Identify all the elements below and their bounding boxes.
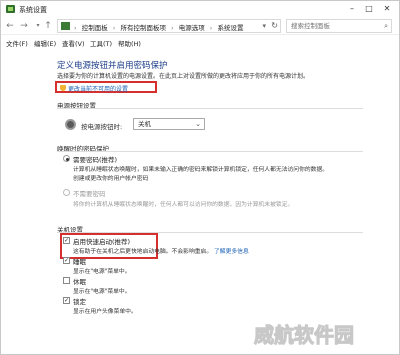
sleep-label: 睡眠 (73, 258, 86, 266)
no-password-radio[interactable] (63, 189, 70, 196)
learn-more-link[interactable]: 了解更多信息 (214, 249, 249, 255)
hibernate-description: 显示在"电源"菜单中。 (73, 289, 131, 295)
watermark: 威航软件园 (254, 323, 355, 348)
fast-startup-label: 启用快速启动(推荐) (73, 238, 131, 246)
require-password-label: 需要密码(推荐) (73, 156, 118, 164)
breadcrumb-system-settings[interactable]: 系统设置 (217, 24, 243, 32)
control-panel-small-icon (61, 22, 70, 30)
refresh-icon[interactable]: ↻ (271, 21, 278, 30)
back-arrow-icon[interactable]: ← (4, 20, 16, 32)
sleep-description: 显示在"电源"菜单中。 (73, 269, 131, 275)
fast-startup-checkbox[interactable]: ✓ (63, 237, 70, 244)
fast-startup-description: 这有助于在关机之后更快地启动电脑。不会影响重启。 了解更多信息 (73, 246, 249, 255)
no-password-description: 将你的计算机从睡眠状态唤醒时，任何人都可以访问你的数据，因为计算机未被锁定。 (73, 202, 294, 208)
divider (57, 151, 363, 152)
menu-help[interactable]: 帮助(H) (118, 38, 141, 48)
address-row: ← → ▾ ↑ › 控制面板 › 所有控制面板项 › 电源选项 › 系统设置 ▾… (1, 17, 399, 35)
page-description: 选择要为你的计算机设置的电源设置。在此页上对设置所做的更改将应用于你的所有电源计… (57, 73, 310, 80)
breadcrumb-control-panel[interactable]: 控制面板 (82, 24, 108, 32)
minimize-button[interactable]: – (346, 3, 358, 15)
system-settings-window: 系统设置 – □ ✕ ← → ▾ ↑ › 控制面板 › 所有控制面板项 › 电源… (0, 0, 400, 355)
search-input[interactable] (287, 20, 377, 32)
search-box[interactable]: ⌕ (286, 19, 392, 33)
fast-startup-desc-text: 这有助于在关机之后更快地启动电脑。不会影响重启。 (73, 249, 213, 255)
lock-description: 显示在用户头像菜单中。 (73, 309, 137, 315)
breadcrumb-all-items[interactable]: 所有控制面板项 (120, 24, 166, 32)
close-button[interactable]: ✕ (381, 3, 393, 15)
power-button-label: 按电源按钮时: (81, 123, 123, 131)
menu-bar: 文件(F) 编辑(E) 查看(V) 工具(T) 帮助(H) (1, 36, 399, 49)
breadcrumb: › 控制面板 › 所有控制面板项 › 电源选项 › 系统设置 (74, 22, 246, 32)
title-bar: 系统设置 – □ ✕ (1, 1, 399, 17)
require-password-radio[interactable] (63, 155, 70, 162)
up-arrow-icon[interactable]: ↑ (42, 20, 54, 32)
change-unavailable-settings-label[interactable]: 更改当前不可用的设置 (68, 84, 128, 93)
chevron-down-icon: ⌄ (195, 120, 201, 128)
address-bar[interactable]: › 控制面板 › 所有控制面板项 › 电源选项 › 系统设置 ▾ ↻ (57, 19, 281, 33)
power-button-action-select[interactable]: 关机 ⌄ (133, 118, 205, 130)
breadcrumb-separator: › (74, 24, 77, 32)
breadcrumb-power-options[interactable]: 电源选项 (179, 24, 205, 32)
breadcrumb-separator: › (112, 24, 116, 32)
window-title: 系统设置 (19, 6, 47, 14)
main-content: 定义电源按钮并启用密码保护 选择要为你的计算机设置的电源设置。在此页上对设置所做… (1, 49, 399, 354)
change-unavailable-settings-link[interactable]: 更改当前不可用的设置 (55, 81, 157, 93)
no-password-label: 不需要密码 (73, 190, 106, 198)
divider (57, 108, 363, 109)
menu-edit[interactable]: 编辑(E) (34, 38, 56, 48)
create-password-link[interactable]: 创建或更改你的用户帐户密码 (73, 173, 148, 182)
require-password-description: 计算机从睡眠状态唤醒时，如果未输入正确的密码来解锁计算机锁定，任何人都无法访问你… (73, 167, 329, 173)
breadcrumb-separator: › (171, 24, 174, 32)
power-button-action-value: 关机 (138, 120, 151, 128)
menu-view[interactable]: 查看(V) (62, 38, 85, 48)
power-button-icon (65, 119, 76, 130)
lock-label: 锁定 (73, 298, 86, 306)
maximize-button[interactable]: □ (363, 3, 375, 15)
menu-tools[interactable]: 工具(T) (90, 38, 112, 48)
control-panel-icon (6, 5, 15, 13)
shield-icon (60, 85, 66, 91)
hibernate-checkbox[interactable] (63, 277, 70, 284)
hibernate-label: 休眠 (73, 278, 86, 286)
address-dropdown-icon[interactable]: ▾ (262, 22, 266, 30)
menu-file[interactable]: 文件(F) (6, 38, 28, 48)
sleep-checkbox[interactable]: ✓ (63, 257, 70, 264)
search-icon[interactable]: ⌕ (384, 22, 388, 31)
forward-arrow-icon[interactable]: → (18, 20, 30, 32)
lock-checkbox[interactable]: ✓ (63, 297, 70, 304)
breadcrumb-separator: › (209, 24, 213, 32)
page-title: 定义电源按钮并启用密码保护 (57, 61, 168, 71)
